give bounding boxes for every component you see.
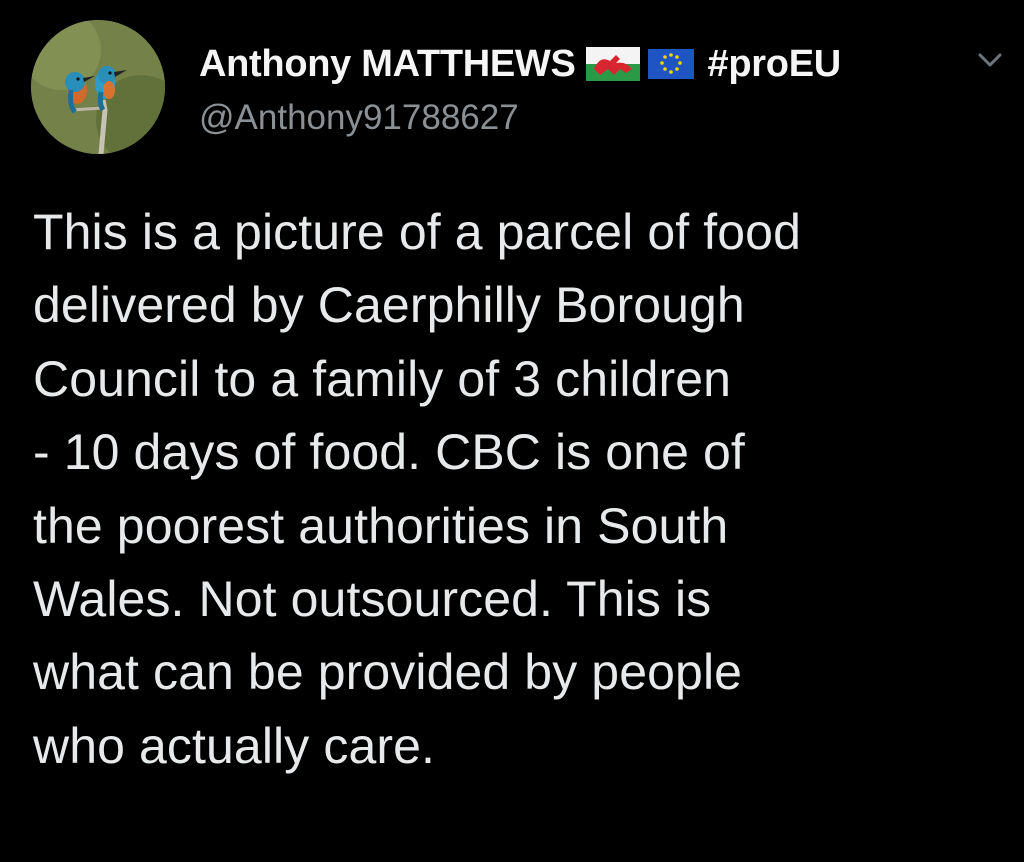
eu-flag-icon xyxy=(644,47,698,81)
chevron-down-icon[interactable] xyxy=(974,47,1006,73)
avatar[interactable] xyxy=(31,20,165,154)
tweet-header: Anthony MATTHEWS #proEU xyxy=(199,34,841,94)
name-hashtag: #proEU xyxy=(707,42,842,85)
user-handle[interactable]: @Anthony91788627 xyxy=(199,98,519,138)
kingfisher-avatar-image xyxy=(31,20,165,154)
tweet-text: This is a picture of a parcel of food de… xyxy=(33,204,801,774)
tweet[interactable]: Anthony MATTHEWS #proEU @Anthony91788627… xyxy=(0,0,1024,862)
wales-flag-icon xyxy=(585,47,640,81)
display-name[interactable]: Anthony MATTHEWS xyxy=(199,43,576,86)
name-flags xyxy=(585,47,698,81)
